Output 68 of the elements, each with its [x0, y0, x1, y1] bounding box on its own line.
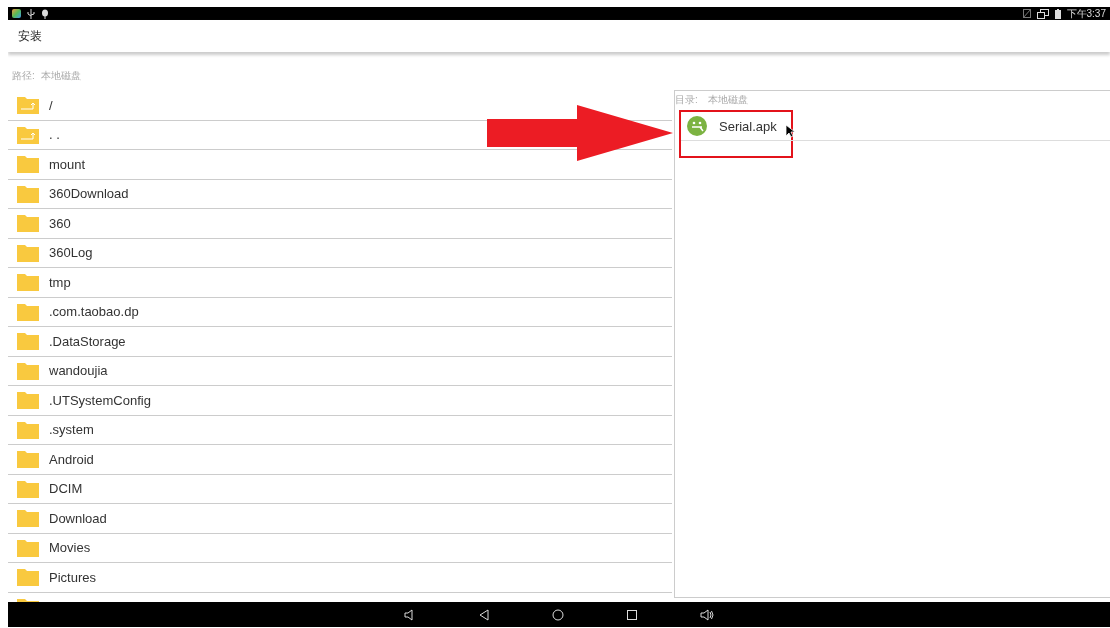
folder-row[interactable]: 360	[8, 209, 672, 239]
directory-label: 目录:	[675, 93, 698, 107]
folder-name: mount	[49, 156, 86, 172]
folder-row[interactable]: Download	[8, 504, 672, 534]
folder-name: Movies	[49, 540, 91, 556]
folder-name: wandoujia	[49, 363, 108, 379]
folder-row[interactable]: wandoujia	[8, 356, 672, 386]
folder-icon	[17, 184, 39, 203]
folder-icon	[17, 332, 39, 351]
folder-up-icon	[17, 96, 39, 115]
path-label: 路径:	[12, 69, 35, 83]
folder-icon	[17, 243, 39, 262]
mouse-pointer-icon	[784, 124, 795, 138]
bug-icon	[41, 8, 49, 19]
folder-name: .UTSystemConfig	[49, 392, 151, 408]
battery-icon	[1054, 8, 1061, 19]
folder-name: Android	[49, 451, 94, 467]
directory-value: 本地磁盘	[707, 93, 748, 107]
folder-icon	[17, 391, 39, 410]
folder-name: .system	[49, 422, 94, 438]
folder-name: 360Download	[49, 186, 129, 202]
screen-title: 安装	[18, 27, 42, 45]
folder-name: tmp	[49, 274, 71, 290]
folder-name: 360	[49, 215, 71, 231]
folder-icon	[17, 155, 39, 174]
folder-icon	[17, 273, 39, 292]
volume-down-icon[interactable]	[404, 608, 416, 621]
folder-icon	[17, 479, 39, 498]
folder-name: Download	[49, 510, 107, 526]
folder-icon	[17, 420, 39, 439]
folder-icon	[17, 214, 39, 233]
folder-icon	[17, 302, 39, 321]
file-name: Serial.apk	[719, 118, 777, 134]
back-icon[interactable]	[478, 608, 490, 621]
file-row[interactable]: Serial.apk	[681, 112, 1110, 141]
folder-up-icon	[17, 125, 39, 144]
folder-row[interactable]: 360Download	[8, 179, 672, 209]
folder-row[interactable]: tmp	[8, 268, 672, 298]
clock-text: 下午3:37	[1066, 7, 1106, 21]
folder-row[interactable]: DCIM	[8, 474, 672, 504]
folder-icon	[17, 509, 39, 528]
no-sim-icon	[1022, 9, 1031, 18]
folder-row[interactable]: 360Log	[8, 238, 672, 268]
volume-up-icon[interactable]	[700, 608, 714, 621]
folder-row[interactable]: .system	[8, 415, 672, 445]
folder-row[interactable]: Movies	[8, 533, 672, 563]
folder-name: Pictures	[49, 569, 96, 585]
path-value: 本地磁盘	[40, 69, 81, 83]
folder-name: .com.taobao.dp	[49, 304, 139, 320]
folder-name: DCIM	[49, 481, 83, 497]
app-icon	[12, 9, 21, 18]
folder-icon	[17, 450, 39, 469]
folder-name: /	[49, 97, 53, 113]
recent-apps-icon[interactable]	[626, 608, 638, 621]
folder-row[interactable]: .com.taobao.dp	[8, 297, 672, 327]
folder-row[interactable]: Pictures	[8, 563, 672, 593]
home-icon[interactable]	[552, 608, 564, 621]
usb-icon	[27, 8, 35, 19]
folder-name: .DataStorage	[49, 333, 126, 349]
folder-row[interactable]: .UTSystemConfig	[8, 386, 672, 416]
folder-name: . .	[49, 127, 60, 143]
folder-name: 360Log	[49, 245, 93, 261]
folder-row[interactable]: .DataStorage	[8, 327, 672, 357]
folder-icon	[17, 538, 39, 557]
folder-row[interactable]: Android	[8, 445, 672, 475]
android-icon	[687, 116, 707, 136]
folder-icon	[17, 568, 39, 587]
folder-icon	[17, 361, 39, 380]
